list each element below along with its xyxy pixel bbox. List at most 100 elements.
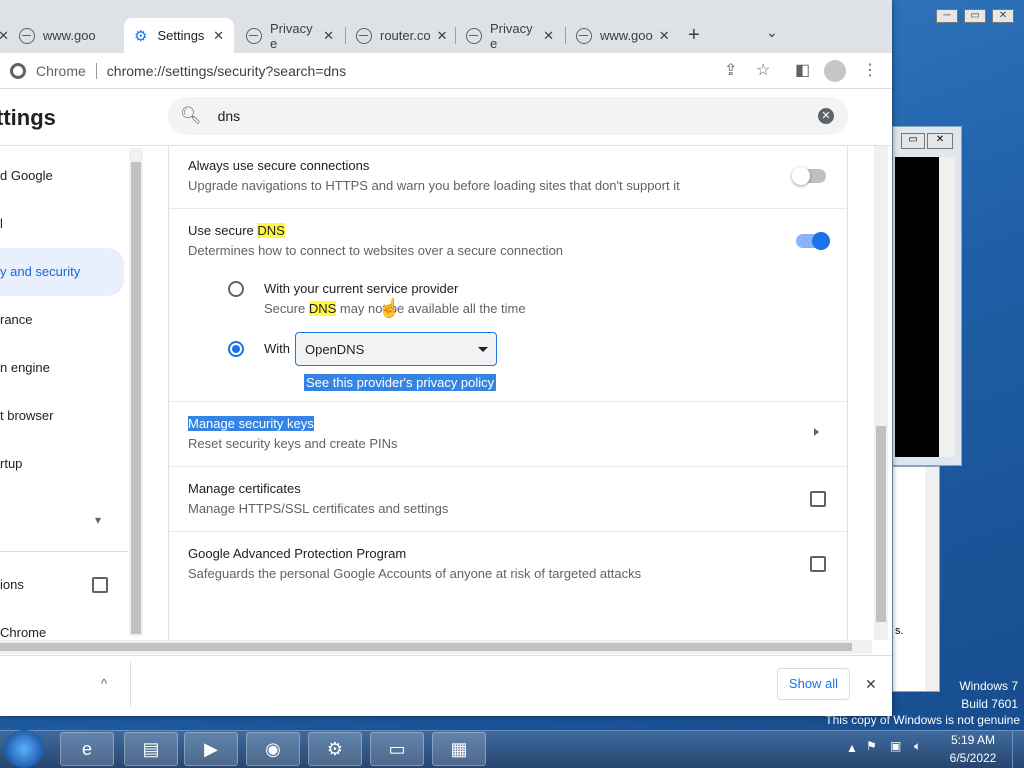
sidebar-item-appearance[interactable]: rance: [0, 304, 33, 336]
taskbar-explorer-icon[interactable]: ▤: [124, 732, 178, 766]
sidebar-item-search-engine[interactable]: n engine: [0, 352, 50, 384]
tab-privacy-2[interactable]: Privacy e ✕: [456, 18, 564, 53]
sidebar-item-autofill[interactable]: l: [0, 208, 3, 240]
external-link-icon[interactable]: [810, 491, 826, 507]
scrollbar-thumb[interactable]: [131, 162, 141, 634]
tab-close-icon[interactable]: ✕: [537, 28, 554, 44]
radio-current-provider[interactable]: [228, 281, 244, 297]
omnibox-chip: Chrome: [36, 62, 86, 79]
clock-date[interactable]: 6/5/2022: [946, 751, 1000, 765]
advanced-protection-desc: Safeguards the personal Google Accounts …: [188, 566, 642, 581]
page-title: ttings: [0, 105, 56, 130]
external-link-icon: [92, 577, 108, 593]
security-keys-title[interactable]: Manage security keys: [188, 416, 314, 431]
omnibox-divider: [95, 62, 97, 79]
tray-show-hidden-icon[interactable]: ▲: [846, 741, 858, 755]
sidebar-item-default-browser[interactable]: t browser: [0, 400, 53, 432]
volume-icon[interactable]: 🔈︎: [914, 739, 921, 754]
row-divider: [168, 208, 848, 209]
taskbar-console-icon[interactable]: ▭: [370, 732, 424, 766]
sidebar-item-privacy-security[interactable]: y and security: [0, 248, 124, 296]
console-scrollbar[interactable]: [939, 157, 955, 457]
new-tab-button[interactable]: +: [688, 24, 700, 47]
show-all-button[interactable]: Show all: [777, 668, 850, 700]
settings-search[interactable]: 🔍︎ dns ✕: [168, 97, 848, 135]
external-link-icon[interactable]: [810, 556, 826, 572]
tab-privacy-1[interactable]: Privacy e ✕: [236, 18, 344, 53]
close-button[interactable]: ✕: [992, 9, 1014, 23]
background-window: s.: [892, 466, 940, 692]
menu-kebab-icon[interactable]: ⋮: [862, 60, 878, 80]
tab-label: Privacy e: [490, 20, 533, 51]
advanced-protection-title[interactable]: Google Advanced Protection Program: [188, 546, 406, 561]
certificates-title[interactable]: Manage certificates: [188, 481, 301, 496]
taskbar-media-player-icon[interactable]: ▶: [184, 732, 238, 766]
clear-search-icon[interactable]: ✕: [818, 108, 834, 124]
bookmark-star-icon[interactable]: ☆: [756, 60, 770, 80]
console-window[interactable]: ▭ ✕: [892, 126, 962, 466]
window-controls: ─ ▭ ✕: [936, 9, 1014, 23]
sidebar-item-on-startup[interactable]: rtup: [0, 448, 22, 480]
radio-custom-provider[interactable]: [228, 341, 244, 357]
always-secure-toggle[interactable]: [792, 167, 826, 185]
minimize-button[interactable]: ─: [936, 9, 958, 23]
with-label: With: [264, 341, 290, 356]
restore-button[interactable]: ▭: [964, 9, 986, 23]
tab-close-icon[interactable]: ✕: [207, 28, 224, 44]
clock-time[interactable]: 5:19 AM: [950, 733, 996, 747]
always-secure-title: Always use secure connections: [188, 158, 370, 173]
taskbar-ie-icon[interactable]: e: [60, 732, 114, 766]
console-close-button[interactable]: ✕: [927, 133, 953, 149]
tab-google-1[interactable]: ✕ www.goo: [0, 18, 108, 53]
search-highlight: DNS: [257, 223, 285, 238]
dns-provider-value: OpenDNS: [305, 342, 365, 357]
globe-icon: [246, 27, 262, 44]
main-scrollbar[interactable]: [874, 146, 888, 640]
desc-text: may not be available all the time: [336, 301, 526, 316]
tab-label: router.co: [380, 28, 431, 43]
tab-close-icon[interactable]: ✕: [431, 28, 448, 44]
side-panel-icon[interactable]: ◧: [795, 60, 810, 80]
console-restore-button[interactable]: ▭: [901, 133, 925, 149]
tab-close-icon[interactable]: ✕: [0, 28, 19, 44]
sidebar-item-extensions[interactable]: ions: [0, 569, 24, 601]
sidebar-scrollbar[interactable]: [129, 148, 143, 636]
scrollbar-thumb[interactable]: [0, 643, 852, 651]
scrollbar-thumb[interactable]: [876, 426, 886, 622]
windows-build: Build 7601: [961, 697, 1018, 711]
toggle-knob: [792, 167, 810, 185]
tab-router[interactable]: router.co ✕: [346, 18, 454, 53]
background-scrollbar[interactable]: [925, 467, 939, 691]
tab-settings[interactable]: ⚙ Settings ✕: [124, 18, 234, 53]
background-window-text: s.: [895, 625, 904, 637]
show-desktop-button[interactable]: [1012, 730, 1024, 768]
tab-close-icon[interactable]: ✕: [317, 28, 334, 44]
chrome-icon: [10, 62, 26, 79]
taskbar-chrome-icon[interactable]: ◉: [246, 732, 300, 766]
taskbar-network-icon[interactable]: ⚙: [308, 732, 362, 766]
certificates-desc: Manage HTTPS/SSL certificates and settin…: [188, 501, 449, 516]
chevron-right-icon[interactable]: [814, 428, 819, 436]
taskbar-control-panel-icon[interactable]: ▦: [432, 732, 486, 766]
tab-close-icon[interactable]: ✕: [653, 28, 670, 44]
share-icon[interactable]: ⇪: [724, 60, 737, 80]
privacy-policy-link[interactable]: See this provider's privacy policy: [304, 374, 497, 391]
tab-google-2[interactable]: www.goo ✕: [566, 18, 674, 53]
start-button[interactable]: [4, 730, 44, 768]
secure-dns-toggle[interactable]: [796, 232, 830, 250]
profile-avatar-icon[interactable]: [824, 60, 846, 82]
close-shelf-icon[interactable]: ✕: [865, 676, 877, 693]
horizontal-scrollbar[interactable]: [0, 640, 872, 654]
address-text[interactable]: chrome://settings/security?search=dns: [107, 63, 346, 79]
sidebar-item-you-and-google[interactable]: d Google: [0, 160, 53, 192]
search-input[interactable]: dns: [218, 108, 241, 124]
action-center-icon[interactable]: ⚑: [866, 739, 877, 753]
search-icon: 🔍︎: [180, 106, 202, 125]
tab-search-button[interactable]: ⌄: [766, 24, 778, 41]
chevron-up-icon[interactable]: ^: [101, 676, 107, 691]
network-tray-icon[interactable]: ▣: [890, 739, 901, 753]
advanced-expand-icon[interactable]: ▾: [95, 513, 101, 527]
tab-label: Privacy e: [270, 20, 313, 51]
shelf-divider: [130, 662, 131, 706]
dns-provider-select[interactable]: OpenDNS: [295, 332, 497, 366]
